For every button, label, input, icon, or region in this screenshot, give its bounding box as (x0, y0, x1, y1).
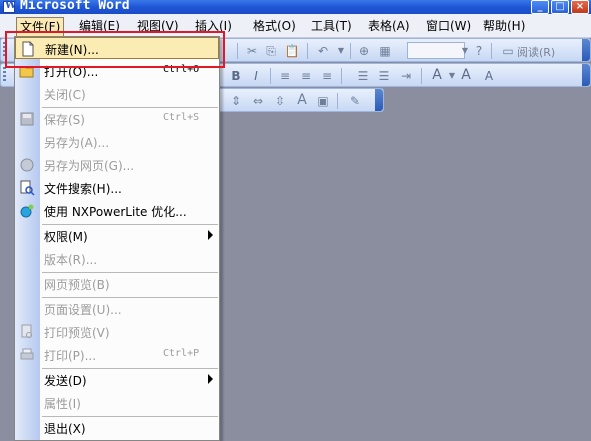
grow-font-icon[interactable]: A (458, 67, 474, 83)
italic-icon[interactable]: I (248, 68, 264, 84)
phonetic-guide-icon[interactable]: ✎ (347, 93, 363, 109)
font-color-icon[interactable]: A (429, 67, 445, 83)
save-icon (20, 112, 34, 126)
toolbar-separator (237, 43, 238, 59)
copy-icon[interactable]: ⎘ (263, 43, 279, 59)
numbering-icon[interactable]: ☰ (355, 68, 371, 84)
menu-item-save-as-web[interactable]: 另存为网页(G)... (15, 154, 219, 176)
char-shading-icon[interactable]: ▣ (315, 93, 331, 109)
indent-icon[interactable]: ⇥ (398, 68, 414, 84)
menu-tools[interactable]: 工具(T) (311, 18, 352, 34)
toolbar-separator (307, 43, 308, 59)
menu-item-versions[interactable]: 版本(R)... (15, 248, 219, 270)
paste-icon[interactable]: 📋 (284, 43, 300, 59)
maximize-button[interactable]: □ (551, 0, 569, 14)
distribute-icon[interactable]: ⇔ (250, 93, 266, 109)
menu-item-web-preview[interactable]: 网页预览(B) (15, 273, 219, 295)
menu-item-print[interactable]: 打印(P)... Ctrl+P (15, 344, 219, 366)
toolbar-separator (341, 68, 342, 84)
menu-shortcut: Ctrl+P (163, 348, 200, 359)
menu-window[interactable]: 窗口(W) (426, 18, 471, 34)
menu-table[interactable]: 表格(A) (368, 18, 410, 34)
print-preview-icon (21, 324, 32, 338)
align-left-icon[interactable]: ≡ (277, 68, 293, 84)
menu-item-save-as[interactable]: 另存为(A)... (15, 131, 219, 153)
line-spacing-icon[interactable]: ⇕ (228, 93, 244, 109)
undo-dropdown-icon[interactable]: ▼ (333, 43, 349, 59)
nxpowerlite-icon (20, 204, 34, 218)
toolbar-options-icon[interactable] (582, 64, 590, 86)
menu-item-save[interactable]: 保存(S) Ctrl+S (15, 108, 219, 130)
menu-item-send[interactable]: 发送(D) (15, 369, 219, 391)
toolbar-options-icon[interactable] (582, 39, 590, 61)
menu-format[interactable]: 格式(O) (253, 18, 296, 34)
highlight-annotation-box (5, 31, 225, 68)
menu-item-permission[interactable]: 权限(M) (15, 225, 219, 247)
menu-item-properties[interactable]: 属性(I) (15, 392, 219, 414)
cut-icon[interactable]: ✂ (244, 43, 260, 59)
menu-item-print-preview[interactable]: 打印预览(V) (15, 321, 219, 343)
hyperlink-icon[interactable]: ⊕ (356, 43, 372, 59)
extra-toolbar: ⇕ ⇔ ⇳ A ▣ ✎ (210, 88, 384, 112)
reading-mode-icon[interactable]: ▭ (500, 43, 516, 59)
file-search-icon (20, 180, 35, 196)
help-icon[interactable]: ? (471, 43, 487, 59)
toolbar-separator (421, 68, 422, 84)
toolbar-grip[interactable] (3, 67, 6, 83)
window-title: Microsoft Word (20, 0, 130, 13)
file-menu-dropdown: 新建(N)... 打开(O)... Ctrl+O 关闭(C) 保存(S) Ctr… (14, 36, 220, 441)
save-as-web-icon (20, 158, 34, 172)
menu-help[interactable]: 帮助(H) (483, 18, 525, 34)
bold-icon[interactable]: B (228, 68, 244, 84)
submenu-arrow-icon (208, 374, 213, 384)
shrink-font-icon[interactable]: A (481, 68, 497, 84)
title-bar: Microsoft Word _ □ × (0, 0, 591, 14)
toolbar-separator (350, 43, 351, 59)
word-app-icon (3, 0, 16, 13)
toolbar-separator (337, 93, 338, 109)
menu-item-close[interactable]: 关闭(C) (15, 83, 219, 105)
menu-item-file-search[interactable]: 文件搜索(H)... (15, 177, 219, 199)
menu-shortcut: Ctrl+S (163, 112, 200, 123)
tables-borders-icon[interactable]: ▦ (377, 43, 393, 59)
print-icon (20, 348, 34, 360)
submenu-arrow-icon (208, 230, 213, 240)
undo-icon[interactable]: ↶ (315, 43, 331, 59)
toolbar-separator (491, 43, 492, 59)
toolbar-options-icon[interactable] (375, 89, 383, 111)
menu-item-page-setup[interactable]: 页面设置(U)... (15, 298, 219, 320)
close-button[interactable]: × (571, 0, 589, 14)
char-border-icon[interactable]: A (294, 92, 310, 108)
bullets-icon[interactable]: ☰ (376, 68, 392, 84)
toolbar-separator (270, 68, 271, 84)
align-center-icon[interactable]: ≡ (298, 68, 314, 84)
char-spacing-icon[interactable]: ⇳ (272, 93, 288, 109)
minimize-button[interactable]: _ (531, 0, 549, 14)
align-right-icon[interactable]: ≡ (319, 68, 335, 84)
menu-item-exit[interactable]: 退出(X) (15, 417, 219, 439)
reading-mode-label[interactable]: 阅读(R) (517, 44, 555, 60)
menu-item-nxpowerlite[interactable]: 使用 NXPowerLite 优化... (15, 200, 219, 222)
